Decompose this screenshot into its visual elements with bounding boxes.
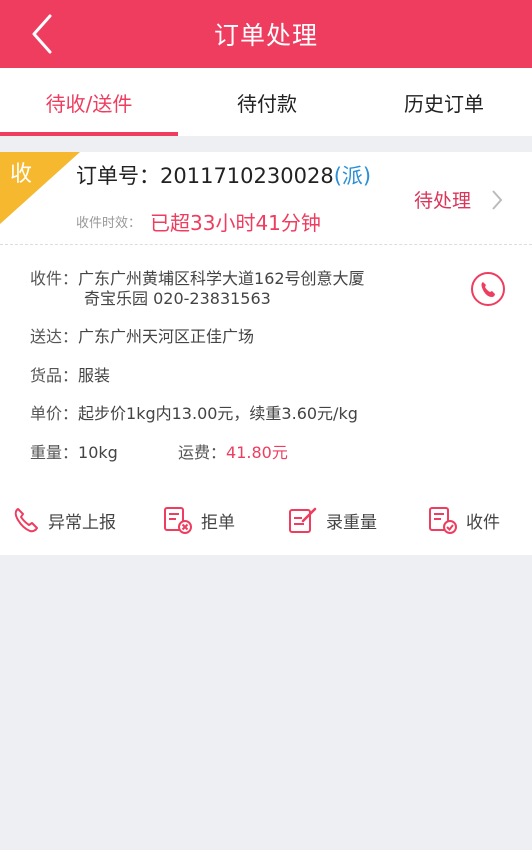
delivery-address: 广东广州天河区正佳广场	[78, 327, 255, 346]
order-number-value: 2011710230028	[160, 164, 334, 188]
receive-package-button[interactable]: 收件	[428, 502, 500, 538]
goods-row: 货品：服装	[30, 366, 110, 386]
order-dispatch-tag: (派)	[333, 164, 372, 188]
reject-order-label: 拒单	[201, 512, 235, 533]
tab-bar: 待收/送件 待付款 历史订单	[0, 68, 532, 136]
goods-label: 货品：	[30, 366, 79, 385]
reject-order-button[interactable]: 拒单	[163, 502, 235, 538]
pickup-address-row: 收件：广东广州黄埔区科学大道162号创意大厦	[30, 269, 365, 289]
page-title: 订单处理	[213, 21, 318, 50]
reject-doc-icon	[164, 507, 192, 534]
tab-active-indicator	[0, 132, 178, 136]
order-number-label: 订单号：	[76, 164, 160, 188]
tab-pending-payment[interactable]: 待付款	[178, 68, 356, 136]
call-phone-icon[interactable]	[470, 271, 506, 307]
report-exception-button[interactable]: 异常上报	[12, 502, 116, 538]
order-card[interactable]: 收 订单号：2011710230028(派) 收件时效： 已超33小时41分钟 …	[0, 152, 532, 555]
weight-label: 重量：	[30, 443, 79, 462]
delivery-label: 送达：	[30, 327, 79, 346]
order-number: 订单号：2011710230028(派)	[76, 160, 371, 190]
price-value: 起步价1kg内13.00元，续重3.60元/kg	[78, 404, 358, 423]
edit-weight-icon	[289, 507, 317, 533]
pickup-address-line2: 奇宝乐园 020-23831563	[84, 289, 271, 308]
weight-value: 10kg	[78, 443, 118, 462]
pickup-label: 收件：	[30, 269, 79, 288]
report-exception-label: 异常上报	[48, 512, 116, 533]
weight-row: 重量：10kg	[30, 443, 118, 463]
back-button[interactable]	[22, 12, 62, 56]
phone-icon	[14, 508, 38, 533]
pickup-time-label: 收件时效：	[76, 216, 142, 231]
pickup-time-value: 已超33小时41分钟	[150, 211, 321, 235]
pickup-address-line1: 广东广州黄埔区科学大道162号创意大厦	[78, 269, 365, 288]
order-status[interactable]: 待处理	[414, 186, 471, 213]
freight-value: 41.80元	[226, 443, 288, 462]
chevron-right-icon[interactable]	[490, 188, 504, 212]
tab-pending-delivery[interactable]: 待收/送件	[0, 68, 178, 136]
tab-history-orders[interactable]: 历史订单	[356, 68, 532, 136]
card-divider	[0, 244, 532, 245]
freight-row: 运费：41.80元	[178, 443, 288, 463]
receive-package-label: 收件	[466, 512, 500, 533]
freight-label: 运费：	[178, 443, 227, 462]
record-weight-label: 录重量	[326, 512, 377, 533]
price-row: 单价：起步价1kg内13.00元，续重3.60元/kg	[30, 404, 358, 424]
receive-doc-icon	[429, 507, 457, 534]
app-header: 订单处理	[0, 0, 532, 68]
order-type-label: 收	[10, 162, 33, 187]
goods-value: 服装	[78, 366, 111, 385]
delivery-address-row: 送达：广东广州天河区正佳广场	[30, 327, 254, 347]
price-label: 单价：	[30, 404, 79, 423]
record-weight-button[interactable]: 录重量	[288, 502, 377, 538]
chevron-left-icon	[32, 14, 52, 54]
